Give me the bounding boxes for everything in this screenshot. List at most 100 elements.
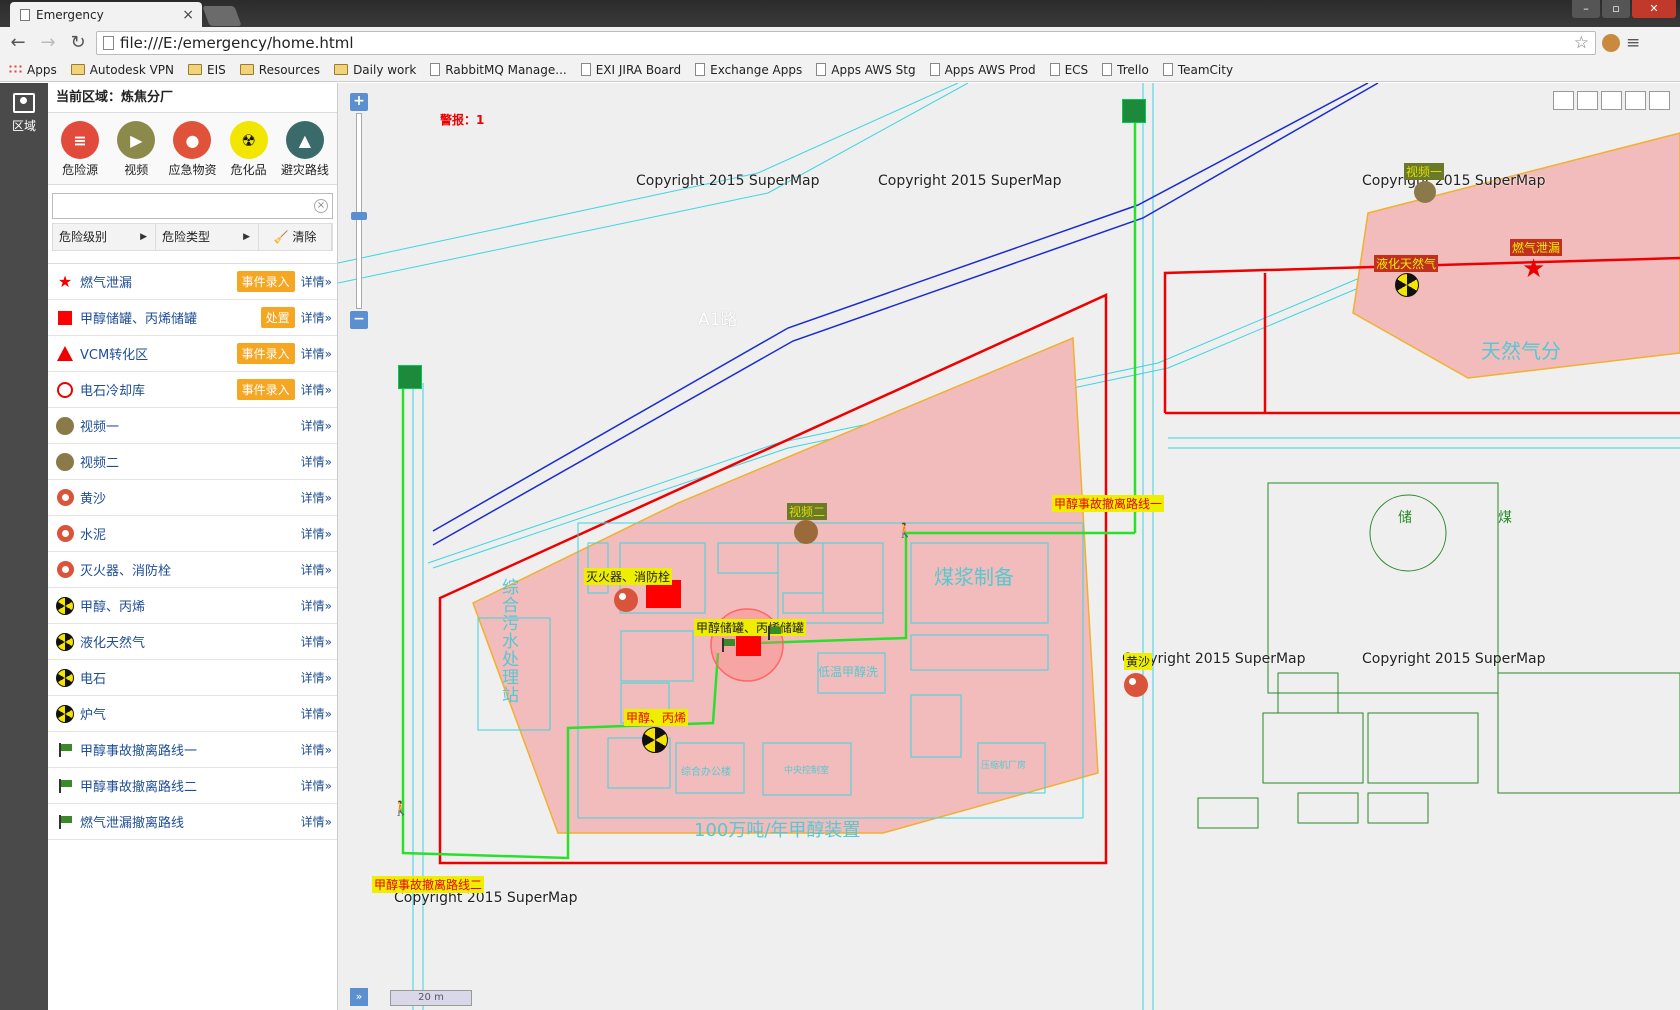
radiation-icon[interactable] (1395, 273, 1419, 297)
map-view[interactable]: A1路 100万吨/年甲醇装置 煤浆制备 综合污水处理站 天然气分 低温甲醇洗 … (338, 83, 1680, 1010)
bookmark-item[interactable]: Apps (8, 63, 57, 77)
radiation-icon[interactable] (642, 727, 668, 753)
minimize-button[interactable]: – (1572, 0, 1600, 18)
region-map-icon[interactable] (13, 93, 35, 113)
bookmark-item[interactable]: Daily work (334, 63, 416, 77)
item-name[interactable]: 甲醇事故撤离路线一 (80, 740, 301, 759)
select-tool-icon[interactable] (1577, 91, 1598, 110)
cookie-extension-icon[interactable] (1602, 33, 1620, 52)
item-name[interactable]: 燃气泄漏撤离路线 (80, 812, 301, 831)
layers-tool-icon[interactable] (1553, 91, 1574, 110)
bookmark-item[interactable]: RabbitMQ Manage... (430, 63, 567, 77)
back-button[interactable]: ← (6, 31, 30, 55)
item-detail-link[interactable]: 详情» (301, 489, 332, 506)
zoom-thumb[interactable] (351, 212, 367, 220)
item-name[interactable]: 甲醇、丙烯 (80, 596, 301, 615)
search-input[interactable] (53, 194, 332, 218)
item-action-button[interactable]: 事件录入 (236, 379, 295, 400)
item-detail-link[interactable]: 详情» (301, 381, 332, 398)
bookmark-item[interactable]: ECS (1049, 63, 1088, 77)
browser-tab[interactable]: Emergency × (10, 2, 202, 27)
item-detail-link[interactable]: 详情» (301, 669, 332, 686)
item-action-button[interactable]: 处置 (260, 307, 295, 328)
close-window-button[interactable]: ✕ (1632, 0, 1676, 18)
category-button[interactable]: ▶ 视频 (108, 121, 164, 178)
camera-icon[interactable] (794, 520, 818, 544)
bookmark-item[interactable]: TeamCity (1162, 63, 1233, 77)
bookmark-item[interactable]: Resources (239, 63, 320, 77)
bookmark-item[interactable]: EIS (188, 63, 226, 77)
forward-button[interactable]: → (36, 31, 60, 55)
item-action-button[interactable]: 事件录入 (236, 343, 295, 364)
expand-panel-button[interactable]: » (350, 988, 368, 1006)
category-button[interactable]: ● 应急物资 (164, 121, 220, 178)
item-detail-link[interactable]: 详情» (301, 705, 332, 722)
map-pin-icon[interactable] (614, 588, 638, 612)
list-item[interactable]: 视频二 详情» (48, 444, 337, 480)
item-name[interactable]: 水泥 (80, 524, 301, 543)
item-name[interactable]: 燃气泄漏 (80, 272, 237, 291)
list-item[interactable]: 甲醇事故撤离路线二 详情» (48, 768, 337, 804)
item-name[interactable]: 甲醇储罐、丙烯储罐 (80, 308, 261, 327)
item-detail-link[interactable]: 详情» (301, 813, 332, 830)
fullscreen-tool-icon[interactable] (1649, 91, 1670, 110)
item-detail-link[interactable]: 详情» (301, 453, 332, 470)
bookmark-item[interactable]: Exchange Apps (695, 63, 802, 77)
item-detail-link[interactable]: 详情» (301, 417, 332, 434)
item-name[interactable]: 视频二 (80, 452, 301, 471)
item-detail-link[interactable]: 详情» (301, 741, 332, 758)
item-detail-link[interactable]: 详情» (301, 633, 332, 650)
category-button[interactable]: ☢ 危化品 (221, 121, 277, 178)
flag-icon[interactable] (720, 638, 736, 652)
item-name[interactable]: 液化天然气 (80, 632, 301, 651)
bookmark-item[interactable]: Apps AWS Stg (816, 63, 916, 77)
list-item[interactable]: 电石冷却库 事件录入 详情» (48, 372, 337, 408)
item-action-button[interactable]: 事件录入 (236, 271, 295, 292)
list-item[interactable]: 甲醇事故撤离路线一 详情» (48, 732, 337, 768)
close-tab-icon[interactable]: × (182, 7, 202, 23)
filter-danger-type[interactable]: 危险类型 ▶ (156, 224, 259, 250)
item-detail-link[interactable]: 详情» (301, 561, 332, 578)
bookmark-star-icon[interactable]: ☆ (1574, 33, 1595, 53)
zoom-out-button[interactable]: − (350, 311, 368, 329)
measure-tool-icon[interactable] (1625, 91, 1646, 110)
list-item[interactable]: 燃气泄漏撤离路线 详情» (48, 804, 337, 840)
item-name[interactable]: 甲醇事故撤离路线二 (80, 776, 301, 795)
item-name[interactable]: 电石冷却库 (80, 380, 237, 399)
url-text[interactable]: file:///E:/emergency/home.html (120, 34, 1568, 52)
list-item[interactable]: 黄沙 详情» (48, 480, 337, 516)
item-detail-link[interactable]: 详情» (301, 309, 332, 326)
bookmark-item[interactable]: Autodesk VPN (70, 63, 174, 77)
zoom-in-button[interactable]: + (350, 93, 368, 111)
region-nav-label[interactable]: 区域 (0, 117, 48, 134)
item-name[interactable]: 视频一 (80, 416, 301, 435)
new-tab-button[interactable] (202, 6, 242, 26)
list-item[interactable]: 液化天然气 详情» (48, 624, 337, 660)
clear-search-icon[interactable]: × (314, 199, 328, 213)
maximize-button[interactable]: ▫ (1602, 0, 1630, 18)
item-detail-link[interactable]: 详情» (301, 597, 332, 614)
item-name[interactable]: VCM转化区 (80, 344, 237, 363)
item-name[interactable]: 灭火器、消防栓 (80, 560, 301, 579)
evacuation-exit-icon[interactable] (398, 365, 422, 389)
star-icon[interactable]: ★ (1522, 256, 1545, 282)
list-item[interactable]: 电石 详情» (48, 660, 337, 696)
filter-danger-level[interactable]: 危险级别 ▶ (53, 224, 156, 250)
item-detail-link[interactable]: 详情» (301, 345, 332, 362)
item-detail-link[interactable]: 详情» (301, 777, 332, 794)
item-name[interactable]: 黄沙 (80, 488, 301, 507)
flag-icon[interactable] (766, 626, 782, 640)
clear-filter-button[interactable]: 🧹 清除 (259, 224, 332, 250)
list-item[interactable]: 炉气 详情» (48, 696, 337, 732)
list-item[interactable]: 甲醇储罐、丙烯储罐 处置 详情» (48, 300, 337, 336)
address-bar[interactable]: file:///E:/emergency/home.html ☆ (96, 30, 1596, 55)
bookmark-item[interactable]: Apps AWS Prod (929, 63, 1036, 77)
list-item[interactable]: 视频一 详情» (48, 408, 337, 444)
list-item[interactable]: 甲醇、丙烯 详情» (48, 588, 337, 624)
zoom-slider[interactable] (351, 113, 367, 309)
list-item[interactable]: 水泥 详情» (48, 516, 337, 552)
list-item[interactable]: ★ 燃气泄漏 事件录入 详情» (48, 264, 337, 300)
item-name[interactable]: 电石 (80, 668, 301, 687)
camera-icon[interactable] (1414, 181, 1436, 203)
evacuation-exit-icon[interactable] (1122, 99, 1146, 123)
